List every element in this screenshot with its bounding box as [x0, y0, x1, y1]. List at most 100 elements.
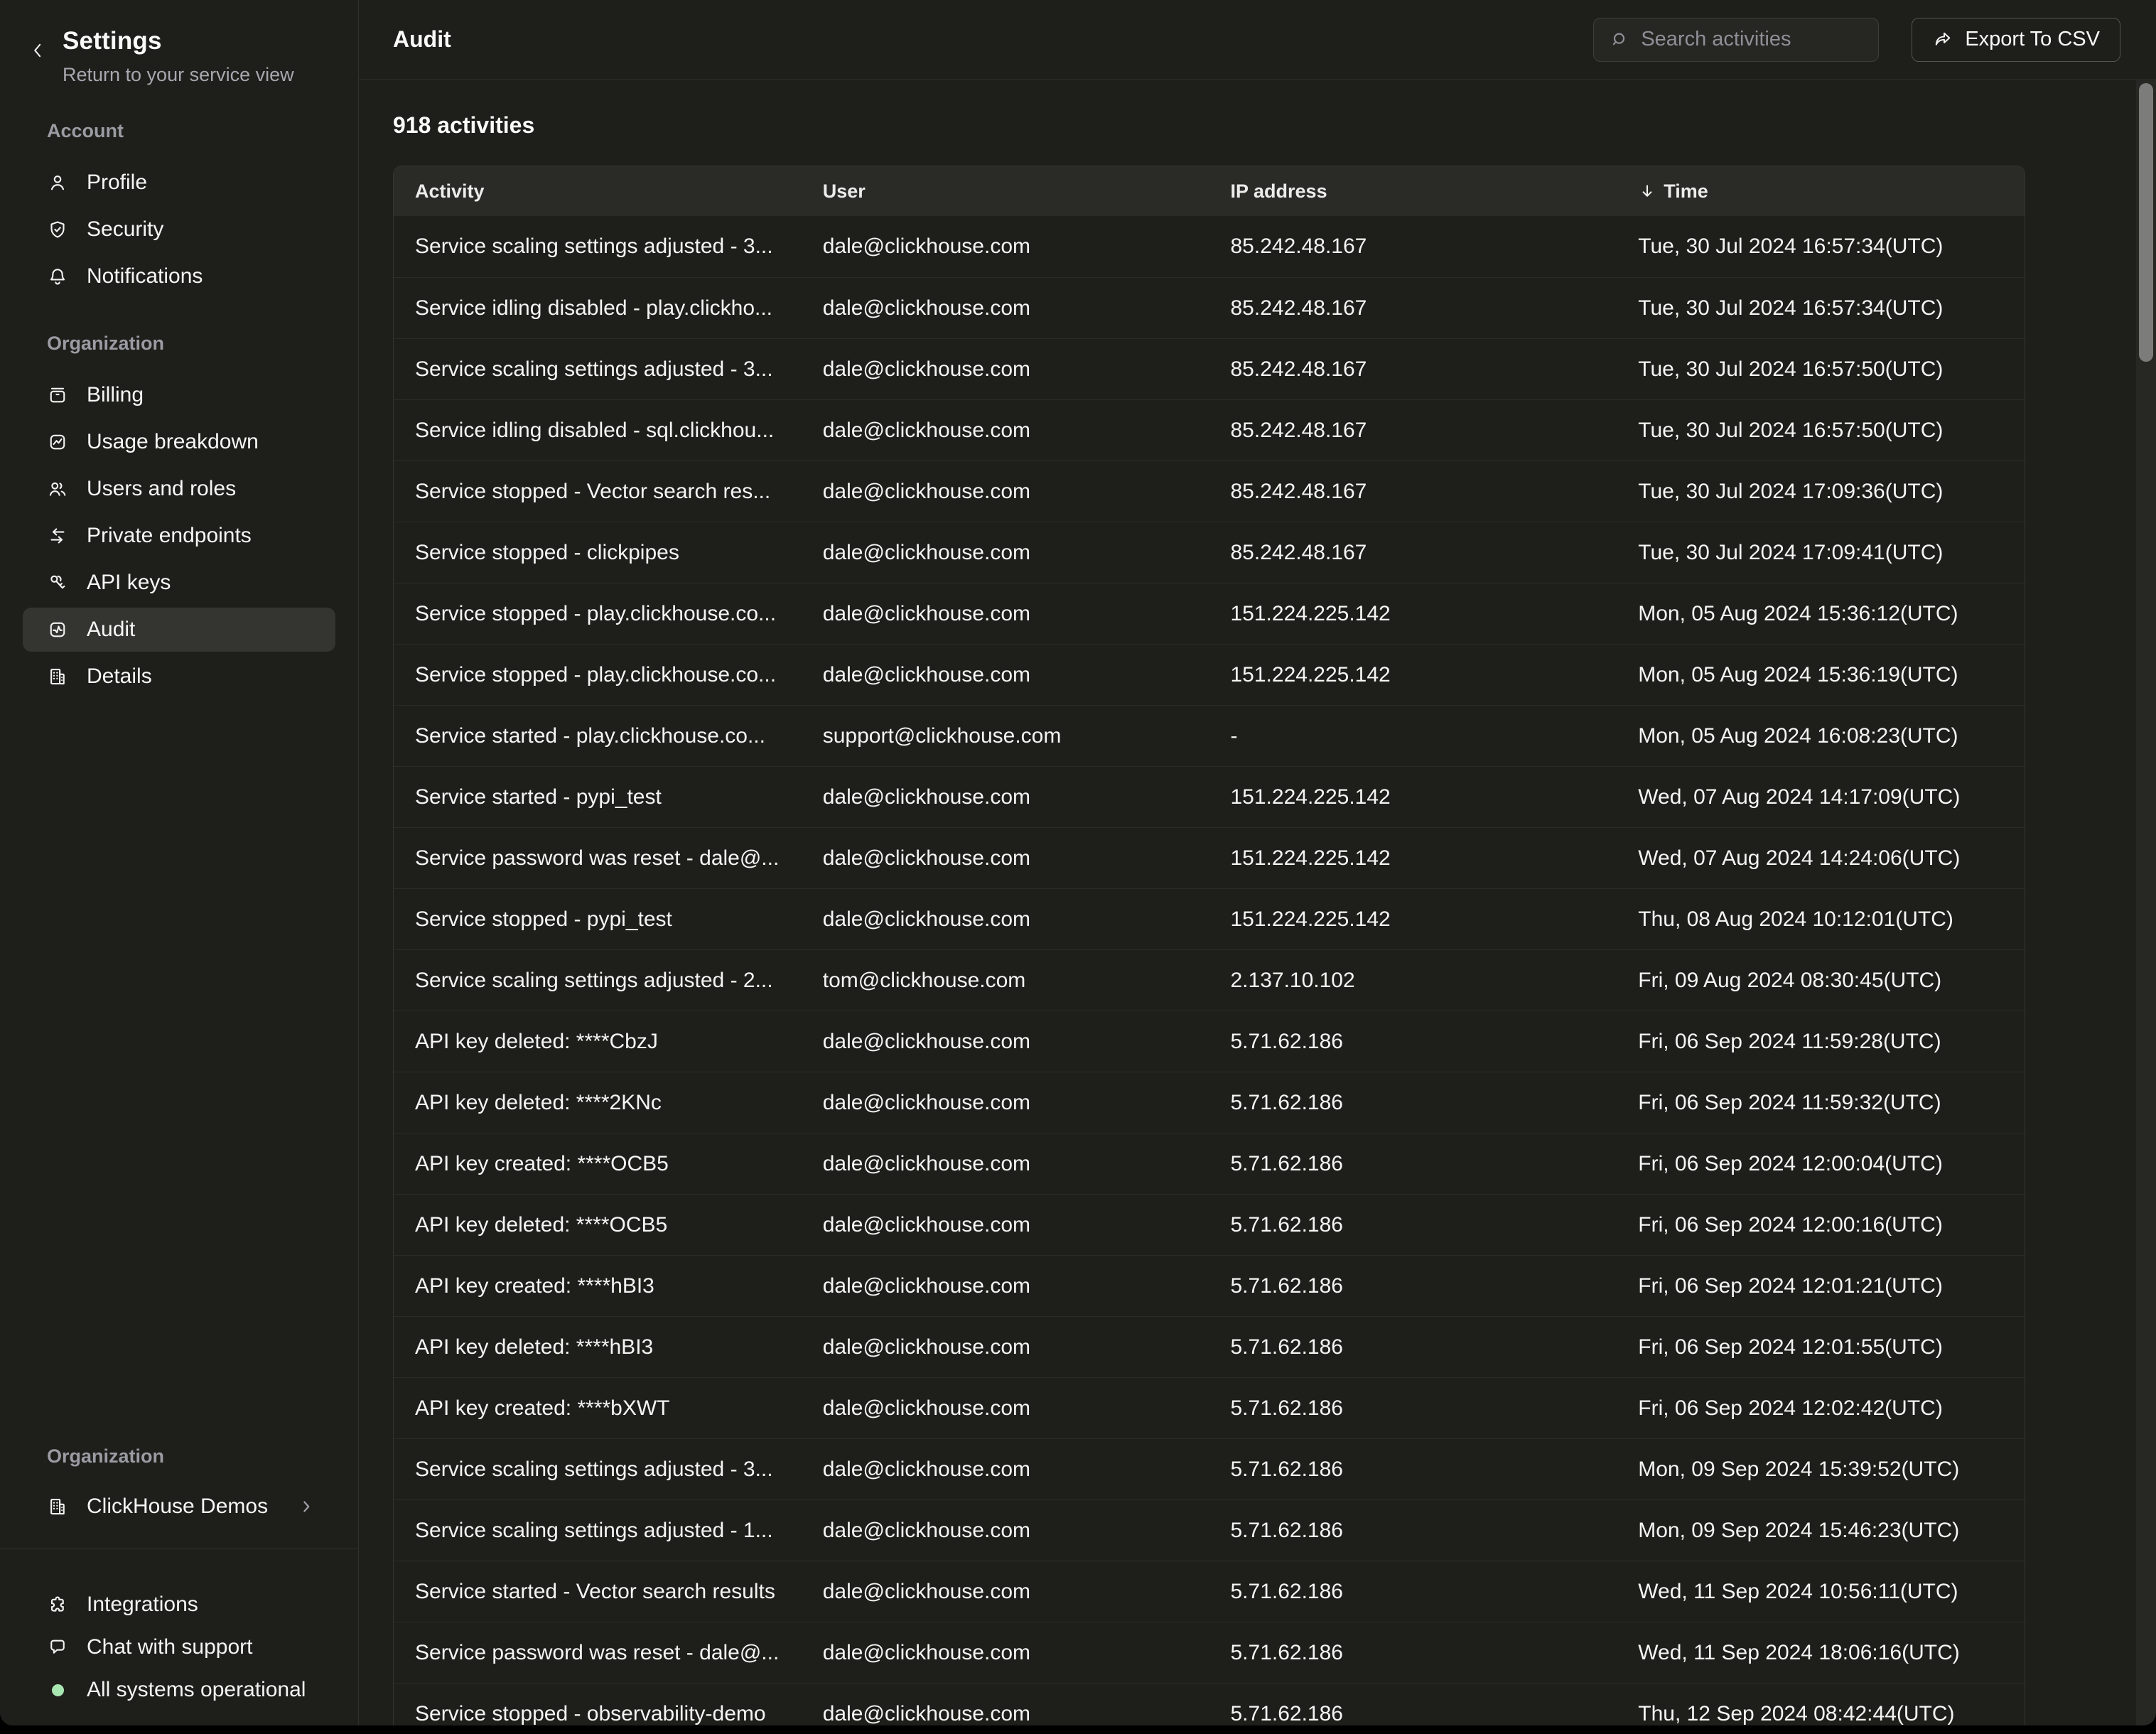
sidebar-item-private-endpoints[interactable]: Private endpoints — [23, 514, 335, 558]
sidebar-item-label: Users and roles — [87, 477, 236, 501]
sidebar-item-label: Billing — [87, 383, 144, 407]
cell-user: dale@clickhouse.com — [802, 1580, 1209, 1604]
table-row: Service stopped - play.clickhouse.co...d… — [394, 583, 2025, 644]
sidebar-item-security[interactable]: Security — [23, 208, 335, 252]
column-header-time[interactable]: Time — [1617, 181, 2025, 203]
back-button[interactable] — [24, 37, 51, 64]
cell-ip-address: 5.71.62.186 — [1209, 1213, 1617, 1237]
table-row: Service password was reset - dale@...dal… — [394, 1622, 2025, 1683]
cell-ip-address: 151.224.225.142 — [1209, 663, 1617, 687]
sidebar-item-label: Audit — [87, 618, 135, 642]
sidebar-item-label: Profile — [87, 171, 147, 195]
table-row: API key created: ****hBI3dale@clickhouse… — [394, 1255, 2025, 1316]
system-status-item[interactable]: All systems operational — [23, 1669, 335, 1711]
sidebar-item-audit[interactable]: Audit — [23, 608, 335, 652]
cell-user: dale@clickhouse.com — [802, 1458, 1209, 1482]
table-row: API key created: ****bXWTdale@clickhouse… — [394, 1377, 2025, 1438]
table-row: Service stopped - observability-demodale… — [394, 1683, 2025, 1725]
cell-ip-address: 151.224.225.142 — [1209, 846, 1617, 871]
cell-time: Fri, 06 Sep 2024 11:59:32(UTC) — [1617, 1091, 2025, 1115]
table-row: Service started - pypi_testdale@clickhou… — [394, 766, 2025, 827]
sidebar-item-label: Security — [87, 217, 163, 242]
cell-ip-address: 151.224.225.142 — [1209, 908, 1617, 932]
cell-ip-address: 5.71.62.186 — [1209, 1702, 1617, 1726]
status-dot-box — [47, 1684, 68, 1696]
search-input[interactable] — [1641, 28, 1871, 51]
column-header-user[interactable]: User — [802, 181, 1209, 203]
cell-activity: Service password was reset - dale@... — [394, 846, 802, 871]
cell-activity: Service scaling settings adjusted - 3... — [394, 1458, 802, 1482]
search-box[interactable] — [1593, 18, 1879, 62]
settings-sidebar: Settings Return to your service view Acc… — [0, 0, 359, 1725]
sidebar-item-usage-breakdown[interactable]: Usage breakdown — [23, 420, 335, 464]
cell-user: dale@clickhouse.com — [802, 235, 1209, 259]
organization-name: ClickHouse Demos — [87, 1495, 268, 1519]
activities-count: 918 activities — [393, 112, 2156, 139]
cell-user: dale@clickhouse.com — [802, 663, 1209, 687]
vertical-scrollbar-thumb[interactable] — [2139, 83, 2153, 362]
sidebar-item-billing[interactable]: Billing — [23, 373, 335, 417]
cell-user: dale@clickhouse.com — [802, 541, 1209, 565]
column-header-activity[interactable]: Activity — [394, 181, 802, 203]
sidebar-header: Settings Return to your service view — [0, 0, 358, 86]
sidebar-item-chat-with-support[interactable]: Chat with support — [23, 1626, 335, 1669]
cell-user: dale@clickhouse.com — [802, 1519, 1209, 1543]
table-row: Service stopped - play.clickhouse.co...d… — [394, 644, 2025, 705]
sidebar-item-integrations[interactable]: Integrations — [23, 1583, 335, 1626]
sidebar-item-notifications[interactable]: Notifications — [23, 254, 335, 298]
search-icon — [1610, 30, 1629, 50]
cell-activity: Service stopped - play.clickhouse.co... — [394, 663, 802, 687]
sidebar-item-profile[interactable]: Profile — [23, 161, 335, 205]
export-csv-button[interactable]: Export To CSV — [1912, 18, 2120, 62]
cell-ip-address: 5.71.62.186 — [1209, 1152, 1617, 1176]
cell-user: dale@clickhouse.com — [802, 785, 1209, 809]
cell-time: Tue, 30 Jul 2024 16:57:34(UTC) — [1617, 235, 2025, 259]
column-header-ip-address[interactable]: IP address — [1209, 181, 1617, 203]
cell-time: Wed, 07 Aug 2024 14:17:09(UTC) — [1617, 785, 2025, 809]
cell-user: support@clickhouse.com — [802, 724, 1209, 748]
cell-activity: Service stopped - play.clickhouse.co... — [394, 602, 802, 626]
cell-time: Tue, 30 Jul 2024 17:09:36(UTC) — [1617, 480, 2025, 504]
cell-user: dale@clickhouse.com — [802, 602, 1209, 626]
cell-ip-address: 5.71.62.186 — [1209, 1641, 1617, 1665]
cell-user: dale@clickhouse.com — [802, 846, 1209, 871]
cell-user: dale@clickhouse.com — [802, 1152, 1209, 1176]
cell-user: dale@clickhouse.com — [802, 1396, 1209, 1421]
building-icon — [47, 666, 68, 687]
cell-activity: API key deleted: ****OCB5 — [394, 1213, 802, 1237]
cell-time: Wed, 07 Aug 2024 14:24:06(UTC) — [1617, 846, 2025, 871]
cell-ip-address: 85.242.48.167 — [1209, 235, 1617, 259]
table-row: Service scaling settings adjusted - 2...… — [394, 949, 2025, 1011]
app-window: Settings Return to your service view Acc… — [0, 0, 2156, 1725]
cell-ip-address: 2.137.10.102 — [1209, 969, 1617, 993]
cell-user: dale@clickhouse.com — [802, 357, 1209, 382]
sidebar-item-details[interactable]: Details — [23, 655, 335, 699]
vertical-scrollbar-track[interactable] — [2136, 80, 2156, 1725]
cell-ip-address: 5.71.62.186 — [1209, 1030, 1617, 1054]
sidebar-item-users-and-roles[interactable]: Users and roles — [23, 467, 335, 511]
cell-time: Fri, 06 Sep 2024 12:00:16(UTC) — [1617, 1213, 2025, 1237]
cell-time: Fri, 06 Sep 2024 12:00:04(UTC) — [1617, 1152, 2025, 1176]
column-header-label: IP address — [1231, 181, 1327, 203]
cell-user: dale@clickhouse.com — [802, 1213, 1209, 1237]
cell-ip-address: 85.242.48.167 — [1209, 419, 1617, 443]
cell-user: dale@clickhouse.com — [802, 1335, 1209, 1359]
sidebar-item-label: API keys — [87, 571, 171, 595]
sidebar-nav: AccountProfileSecurityNotificationsOrgan… — [0, 86, 358, 1549]
sidebar-item-organization[interactable]: ClickHouse Demos — [23, 1485, 335, 1529]
cell-time: Fri, 06 Sep 2024 12:01:21(UTC) — [1617, 1274, 2025, 1298]
sidebar-item-api-keys[interactable]: API keys — [23, 561, 335, 605]
cell-activity: API key created: ****bXWT — [394, 1396, 802, 1421]
sidebar-subtitle[interactable]: Return to your service view — [63, 64, 358, 86]
column-header-label: Time — [1664, 181, 1708, 203]
table-row: API key deleted: ****OCB5dale@clickhouse… — [394, 1194, 2025, 1255]
cell-time: Mon, 05 Aug 2024 16:08:23(UTC) — [1617, 724, 2025, 748]
cell-activity: Service stopped - Vector search res... — [394, 480, 802, 504]
table-row: API key deleted: ****2KNcdale@clickhouse… — [394, 1072, 2025, 1133]
table-row: Service scaling settings adjusted - 3...… — [394, 1438, 2025, 1499]
cell-activity: Service scaling settings adjusted - 2... — [394, 969, 802, 993]
topbar: Audit Export To CSV — [359, 0, 2156, 80]
cell-ip-address: 85.242.48.167 — [1209, 296, 1617, 321]
cell-ip-address: 5.71.62.186 — [1209, 1335, 1617, 1359]
cell-time: Wed, 11 Sep 2024 18:06:16(UTC) — [1617, 1641, 2025, 1665]
